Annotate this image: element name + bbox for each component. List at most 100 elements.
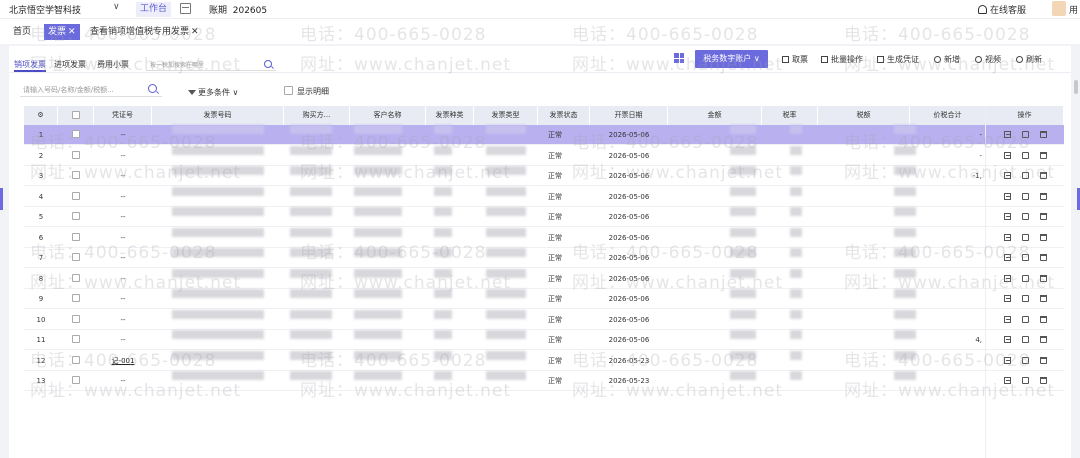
delete-icon[interactable] bbox=[1040, 151, 1047, 159]
refresh-button[interactable]: 刷新 bbox=[1016, 54, 1042, 65]
edit-icon[interactable] bbox=[1004, 192, 1011, 200]
row-checkbox[interactable] bbox=[72, 171, 80, 179]
table-row[interactable]: 10 -- 正常 2026-05-06 bbox=[24, 309, 1064, 330]
edit-icon[interactable] bbox=[1004, 336, 1011, 343]
col-invoice-type[interactable]: 发票类型 bbox=[474, 106, 538, 125]
voucher-no-text[interactable]: 记-001 bbox=[112, 357, 135, 365]
period[interactable]: 账期 202605 bbox=[209, 3, 267, 16]
copy-icon[interactable] bbox=[1022, 295, 1029, 302]
col-tax-rate[interactable]: 税率 bbox=[762, 106, 818, 125]
col-buyer[interactable]: 购买方... bbox=[284, 106, 350, 125]
close-icon[interactable]: ✕ bbox=[68, 27, 76, 37]
row-checkbox[interactable] bbox=[72, 273, 80, 282]
row-checkbox[interactable] bbox=[72, 232, 80, 241]
subtab-sales-invoice[interactable]: 销项发票 bbox=[14, 59, 46, 70]
delete-icon[interactable] bbox=[1040, 315, 1047, 323]
copy-icon[interactable] bbox=[1022, 131, 1029, 138]
delete-icon[interactable] bbox=[1040, 274, 1047, 282]
delete-icon[interactable] bbox=[1040, 336, 1047, 343]
copy-icon[interactable] bbox=[1022, 356, 1029, 364]
row-checkbox[interactable] bbox=[72, 150, 80, 159]
row-checkbox[interactable] bbox=[72, 355, 80, 364]
chevron-down-icon[interactable]: ∨ bbox=[113, 2, 120, 12]
show-detail-checkbox[interactable] bbox=[284, 86, 293, 95]
online-service-button[interactable]: 在线客服 bbox=[978, 3, 1026, 16]
row-checkbox[interactable] bbox=[72, 335, 80, 343]
row-checkbox[interactable] bbox=[72, 191, 80, 200]
search-input[interactable]: 请输入号码/名称/金额/税额... bbox=[20, 82, 162, 97]
search-icon[interactable] bbox=[264, 60, 272, 68]
add-button[interactable]: 新增 bbox=[934, 54, 960, 65]
row-checkbox[interactable] bbox=[72, 376, 80, 384]
table-row[interactable]: 5 -- 正常 2026-05-06 bbox=[24, 207, 1064, 227]
edit-icon[interactable] bbox=[1004, 254, 1011, 261]
avatar[interactable] bbox=[1052, 1, 1066, 16]
more-conditions-button[interactable]: 更多条件 ∨ bbox=[188, 87, 238, 98]
delete-icon[interactable] bbox=[1040, 213, 1047, 220]
table-row[interactable]: 3 -- 正常 2026-05-06 -1, bbox=[24, 166, 1064, 186]
row-checkbox[interactable] bbox=[72, 253, 80, 261]
col-invoice-kind[interactable]: 发票种类 bbox=[426, 106, 474, 125]
tab-home[interactable]: 首页 bbox=[13, 24, 31, 40]
copy-icon[interactable] bbox=[1022, 274, 1029, 282]
delete-icon[interactable] bbox=[1040, 356, 1047, 364]
edit-icon[interactable] bbox=[1004, 233, 1011, 241]
copy-icon[interactable] bbox=[1022, 151, 1029, 159]
col-invoice-no[interactable]: 发票号码 bbox=[152, 106, 284, 125]
edit-icon[interactable] bbox=[1004, 131, 1011, 138]
col-amount[interactable]: 金额 bbox=[668, 106, 762, 125]
table-row[interactable]: 9 -- 正常 2026-05-06 bbox=[24, 289, 1064, 309]
tax-digital-account-button[interactable]: 税务数字账户 ∨ bbox=[695, 50, 768, 68]
row-checkbox[interactable] bbox=[72, 130, 80, 138]
edit-icon[interactable] bbox=[1004, 151, 1011, 159]
copy-icon[interactable] bbox=[1022, 233, 1029, 241]
close-icon[interactable]: ✕ bbox=[191, 27, 199, 37]
col-voucher-no[interactable]: 凭证号 bbox=[94, 106, 152, 125]
video-button[interactable]: 视频 bbox=[975, 54, 1001, 65]
delete-icon[interactable] bbox=[1040, 131, 1047, 138]
user-name[interactable]: 用 bbox=[1069, 3, 1078, 16]
company-name[interactable]: 北京悟空学智科技 bbox=[9, 3, 81, 16]
edit-icon[interactable] bbox=[1004, 274, 1011, 282]
copy-icon[interactable] bbox=[1022, 254, 1029, 261]
delete-icon[interactable] bbox=[1040, 377, 1047, 384]
subtab-search-input[interactable]: 按一税加搜索在哪里 bbox=[146, 56, 276, 71]
delete-icon[interactable] bbox=[1040, 233, 1047, 241]
copy-icon[interactable] bbox=[1022, 336, 1029, 343]
tab-view-vat-special[interactable]: 查看销项增值税专用发票 ✕ bbox=[90, 24, 199, 40]
delete-icon[interactable] bbox=[1040, 172, 1047, 179]
search-icon[interactable] bbox=[148, 84, 157, 93]
edit-icon[interactable] bbox=[1004, 295, 1011, 302]
select-all-checkbox[interactable] bbox=[72, 111, 80, 119]
table-row[interactable]: 2 -- 正常 2026-05-06 - bbox=[24, 145, 1064, 166]
table-row[interactable]: 4 -- 正常 2026-05-06 bbox=[24, 186, 1064, 207]
table-row[interactable]: 8 -- 正常 2026-05-06 bbox=[24, 268, 1064, 289]
subtab-purchase-invoice[interactable]: 进项发票 bbox=[54, 59, 86, 70]
edit-icon[interactable] bbox=[1004, 315, 1011, 323]
delete-icon[interactable] bbox=[1040, 192, 1047, 200]
column-settings-icon[interactable]: ⚙ bbox=[24, 106, 58, 125]
edit-icon[interactable] bbox=[1004, 356, 1011, 364]
col-tax[interactable]: 税额 bbox=[818, 106, 910, 125]
row-checkbox[interactable] bbox=[72, 294, 80, 302]
subtab-expense-receipt[interactable]: 费用小票 bbox=[97, 59, 129, 70]
col-issue-date[interactable]: 开票日期 bbox=[590, 106, 668, 125]
copy-icon[interactable] bbox=[1022, 172, 1029, 179]
copy-icon[interactable] bbox=[1022, 192, 1029, 200]
copy-icon[interactable] bbox=[1022, 377, 1029, 384]
row-checkbox[interactable] bbox=[72, 212, 80, 220]
copy-icon[interactable] bbox=[1022, 315, 1029, 323]
table-row[interactable]: 1 -- 正常 2026-05-06 - bbox=[24, 125, 1064, 145]
voucher-no[interactable]: 记-001 bbox=[94, 351, 152, 371]
grid-icon[interactable] bbox=[674, 53, 684, 63]
table-row[interactable]: 6 -- 正常 2026-05-06 bbox=[24, 227, 1064, 248]
edit-icon[interactable] bbox=[1004, 213, 1011, 220]
table-row[interactable]: 11 -- 正常 2026-05-06 4, bbox=[24, 330, 1064, 350]
table-row[interactable]: 12 记-001 正常 2026-05-23 bbox=[24, 350, 1064, 371]
left-edge-handle[interactable] bbox=[0, 188, 3, 210]
delete-icon[interactable] bbox=[1040, 295, 1047, 302]
generate-voucher-button[interactable]: 生成凭证 bbox=[877, 54, 919, 65]
row-checkbox[interactable] bbox=[72, 314, 80, 323]
col-total[interactable]: 价税合计 bbox=[910, 106, 986, 125]
tab-invoice[interactable]: 发票 ✕ bbox=[44, 24, 80, 40]
